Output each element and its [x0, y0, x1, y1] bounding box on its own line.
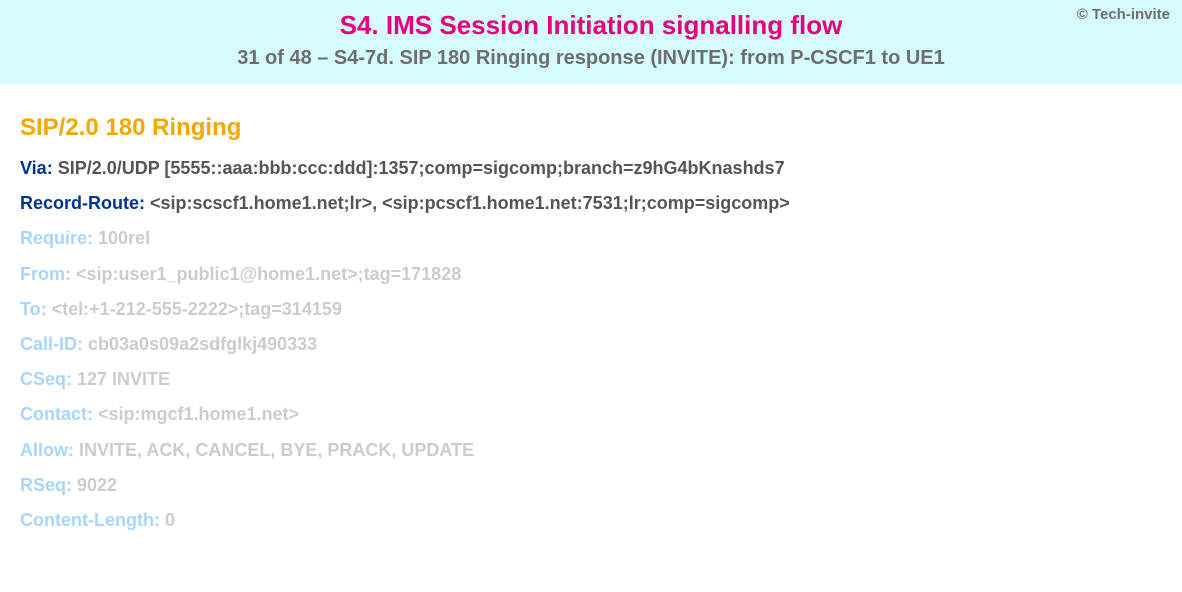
sip-header-cseq: CSeq: 127 INVITE: [20, 367, 1162, 392]
page-title: S4. IMS Session Initiation signalling fl…: [12, 10, 1170, 41]
sip-header-name: Contact: [20, 404, 87, 424]
sip-header-contact: Contact: <sip:mgcf1.home1.net>: [20, 402, 1162, 427]
sip-header-name: Record-Route: [20, 193, 139, 213]
sip-header-record-route: Record-Route: <sip:scscf1.home1.net;lr>,…: [20, 191, 1162, 216]
sip-header-name: RSeq: [20, 475, 66, 495]
sip-header-value: <sip:mgcf1.home1.net>: [98, 404, 299, 424]
copyright-notice: © Tech-invite: [1077, 6, 1170, 23]
sip-message-body: SIP/2.0 180 Ringing Via: SIP/2.0/UDP [55…: [0, 84, 1182, 563]
sip-header-value: <sip:user1_public1@home1.net>;tag=171828: [76, 264, 461, 284]
sip-header-allow: Allow: INVITE, ACK, CANCEL, BYE, PRACK, …: [20, 438, 1162, 463]
sip-header-name: Require: [20, 228, 87, 248]
sip-status-line: SIP/2.0 180 Ringing: [20, 114, 1162, 142]
sip-header-name: Call-ID: [20, 334, 77, 354]
sip-header-require: Require: 100rel: [20, 226, 1162, 251]
sip-header-value: INVITE, ACK, CANCEL, BYE, PRACK, UPDATE: [79, 440, 474, 460]
sip-header-value: 127 INVITE: [77, 369, 170, 389]
sip-header-value: 9022: [77, 475, 117, 495]
sip-header-via: Via: SIP/2.0/UDP [5555::aaa:bbb:ccc:ddd]…: [20, 156, 1162, 181]
document-header: © Tech-invite S4. IMS Session Initiation…: [0, 0, 1182, 84]
sip-header-call-id: Call-ID: cb03a0s09a2sdfglkj490333: [20, 332, 1162, 357]
sip-header-from: From: <sip:user1_public1@home1.net>;tag=…: [20, 262, 1162, 287]
sip-header-content-length: Content-Length: 0: [20, 508, 1162, 533]
sip-header-name: Via: [20, 158, 47, 178]
sip-header-value: cb03a0s09a2sdfglkj490333: [88, 334, 317, 354]
sip-header-value: <tel:+1-212-555-2222>;tag=314159: [52, 299, 342, 319]
sip-header-value: SIP/2.0/UDP [5555::aaa:bbb:ccc:ddd]:1357…: [58, 158, 785, 178]
sip-header-name: From: [20, 264, 65, 284]
sip-header-name: CSeq: [20, 369, 66, 389]
page-subtitle: 31 of 48 – S4-7d. SIP 180 Ringing respon…: [12, 47, 1170, 70]
sip-header-name: Content-Length: [20, 510, 154, 530]
sip-header-value: 0: [165, 510, 175, 530]
sip-header-rseq: RSeq: 9022: [20, 473, 1162, 498]
sip-header-value: 100rel: [98, 228, 150, 248]
sip-header-name: Allow: [20, 440, 68, 460]
sip-header-name: To: [20, 299, 41, 319]
sip-header-value: <sip:scscf1.home1.net;lr>, <sip:pcscf1.h…: [150, 193, 790, 213]
sip-header-to: To: <tel:+1-212-555-2222>;tag=314159: [20, 297, 1162, 322]
